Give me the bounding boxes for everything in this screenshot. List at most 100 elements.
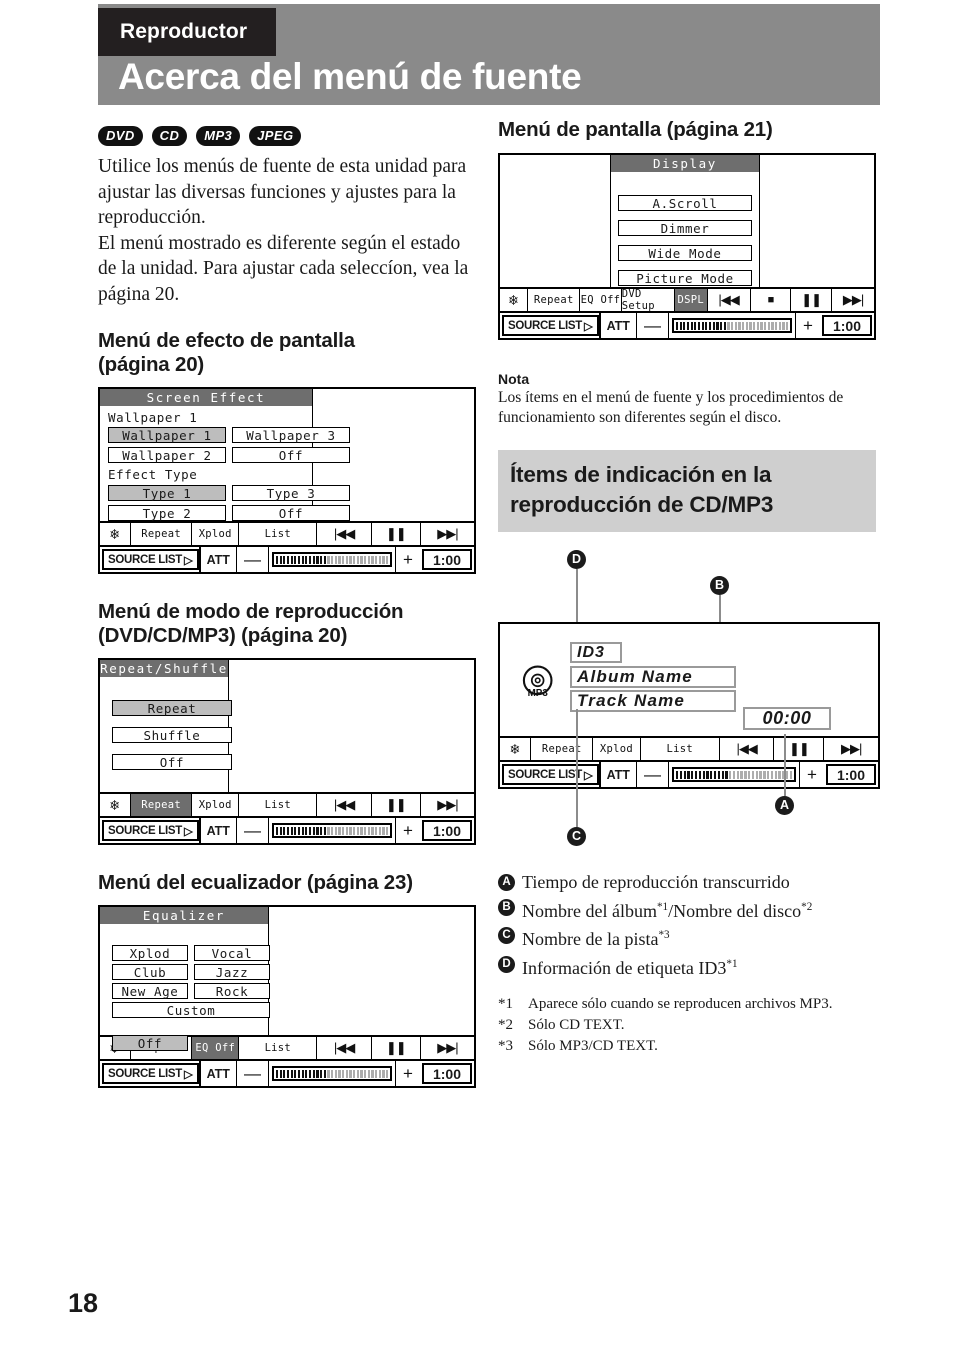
volume-up-button[interactable]: + [395,818,420,843]
att-button[interactable]: ATT [598,762,637,787]
button-picture-mode[interactable]: Picture Mode [618,270,752,286]
volume-bar[interactable] [669,313,795,338]
button-wallpaper-2[interactable]: Wallpaper 2 [108,447,226,463]
button-a-scroll[interactable]: A.Scroll [618,195,752,211]
toolbar-repeat[interactable]: Repeat [129,523,191,545]
next-icon[interactable]: ▶▶| [831,289,874,311]
prev-icon[interactable]: |◀◀ [718,738,774,760]
pause-icon[interactable]: ❚❚ [370,1037,420,1059]
toolbar-list[interactable]: List [238,794,316,816]
button-wide-mode[interactable]: Wide Mode [618,245,752,261]
left-column: DVD CD MP3 JPEG Utilice los menús de fue… [98,124,480,1088]
volume-segment [727,321,730,330]
snowflake-icon[interactable]: ❄ [100,523,130,545]
next-icon[interactable]: ▶▶| [823,738,878,760]
volume-segment [683,770,686,779]
pause-icon[interactable]: ❚❚ [370,523,420,545]
button-type-2[interactable]: Type 2 [108,505,226,521]
source-list-button[interactable]: SOURCE LIST ▷ [502,764,599,785]
next-icon[interactable]: ▶▶| [419,1037,474,1059]
att-button[interactable]: ATT [198,547,237,572]
button-club[interactable]: Club [112,964,188,980]
toolbar-list[interactable]: List [238,523,316,545]
toolbar-dvd-setup[interactable]: DVD Setup [620,288,674,312]
source-list-button[interactable]: SOURCE LIST ▷ [502,315,599,336]
button-eq-off[interactable]: Off [112,1035,188,1051]
prev-icon[interactable]: |◀◀ [316,1037,370,1059]
volume-bar[interactable] [669,762,799,787]
volume-segment [778,770,781,779]
volume-up-button[interactable]: + [395,547,420,572]
volume-down-button[interactable]: — [637,313,669,338]
badge-dvd: DVD [98,126,143,146]
next-icon[interactable]: ▶▶| [419,794,474,816]
volume-bar[interactable] [269,547,395,572]
volume-segment [312,826,315,835]
toolbar-xplod[interactable]: Xplod [592,738,639,760]
button-dimmer[interactable]: Dimmer [618,220,752,236]
volume-bar[interactable] [269,1061,395,1086]
button-type-3[interactable]: Type 3 [232,485,350,501]
button-wallpaper-1[interactable]: Wallpaper 1 [108,427,226,443]
volume-up-button[interactable]: + [799,762,824,787]
button-type-off[interactable]: Off [232,505,350,521]
att-button[interactable]: ATT [198,818,237,843]
volume-segment [759,770,762,779]
volume-segment [320,555,323,564]
button-off[interactable]: Off [112,754,232,770]
prev-icon[interactable]: |◀◀ [706,289,750,311]
toolbar-repeat[interactable]: Repeat [527,289,579,311]
button-jazz[interactable]: Jazz [194,964,270,980]
heading-play-mode: Menú de modo de reproducción (DVD/CD/MP3… [98,600,404,647]
volume-down-button[interactable]: — [637,762,669,787]
button-xplod[interactable]: Xplod [112,945,188,961]
toolbar-repeat[interactable]: Repeat [129,794,192,816]
button-type-1[interactable]: Type 1 [108,485,226,501]
prev-icon[interactable]: |◀◀ [316,794,370,816]
source-list-button[interactable]: SOURCE LIST ▷ [102,820,199,841]
volume-bar[interactable] [269,818,395,843]
volume-up-button[interactable]: + [395,1061,420,1086]
panel-playback: MP3 ID3 Album Name Track Name 00:00 ❄ Re… [498,622,880,789]
button-shuffle[interactable]: Shuffle [112,727,232,743]
triangle-right-icon: ▷ [184,554,193,567]
volume-down-button[interactable]: — [237,818,269,843]
button-wallpaper-3[interactable]: Wallpaper 3 [232,427,350,443]
next-icon[interactable]: ▶▶| [419,523,474,545]
footnote-key: *2 [498,1017,513,1033]
toolbar-eq-off[interactable]: EQ Off [579,289,621,311]
toolbar-xplod[interactable]: Xplod [191,523,238,545]
att-button[interactable]: ATT [598,313,637,338]
pause-icon[interactable]: ❚❚ [790,289,831,311]
button-rock[interactable]: Rock [194,983,270,999]
toolbar-repeat[interactable]: Repeat [530,738,592,760]
pause-icon[interactable]: ❚❚ [370,794,420,816]
toolbar-dspl[interactable]: DSPL [673,289,707,311]
source-list-button[interactable]: SOURCE LIST ▷ [102,549,199,570]
snowflake-icon[interactable]: ❄ [500,738,530,760]
snowflake-icon[interactable]: ❄ [100,794,130,816]
volume-segment [364,1069,367,1078]
button-custom[interactable]: Custom [112,1002,270,1018]
svg-text:MP3: MP3 [528,688,549,699]
button-repeat[interactable]: Repeat [112,700,232,716]
volume-down-button[interactable]: — [237,547,269,572]
stop-icon[interactable]: ■ [749,289,791,311]
toolbar-list[interactable]: List [639,738,719,760]
button-wallpaper-off[interactable]: Off [232,447,350,463]
button-vocal[interactable]: Vocal [194,945,270,961]
toolbar-xplod[interactable]: Xplod [191,794,238,816]
att-button[interactable]: ATT [198,1061,237,1086]
snowflake-icon[interactable]: ❄ [500,289,527,311]
volume-segment [698,770,702,779]
volume-segment [729,770,732,779]
volume-segment [694,321,697,330]
volume-segment [744,770,747,779]
source-list-label: SOURCE LIST [508,768,583,781]
pause-icon[interactable]: ❚❚ [773,738,823,760]
volume-up-button[interactable]: + [795,313,820,338]
button-new-age[interactable]: New Age [112,983,188,999]
prev-icon[interactable]: |◀◀ [316,523,370,545]
source-list-button[interactable]: SOURCE LIST ▷ [102,1063,199,1084]
volume-down-button[interactable]: — [237,1061,269,1086]
